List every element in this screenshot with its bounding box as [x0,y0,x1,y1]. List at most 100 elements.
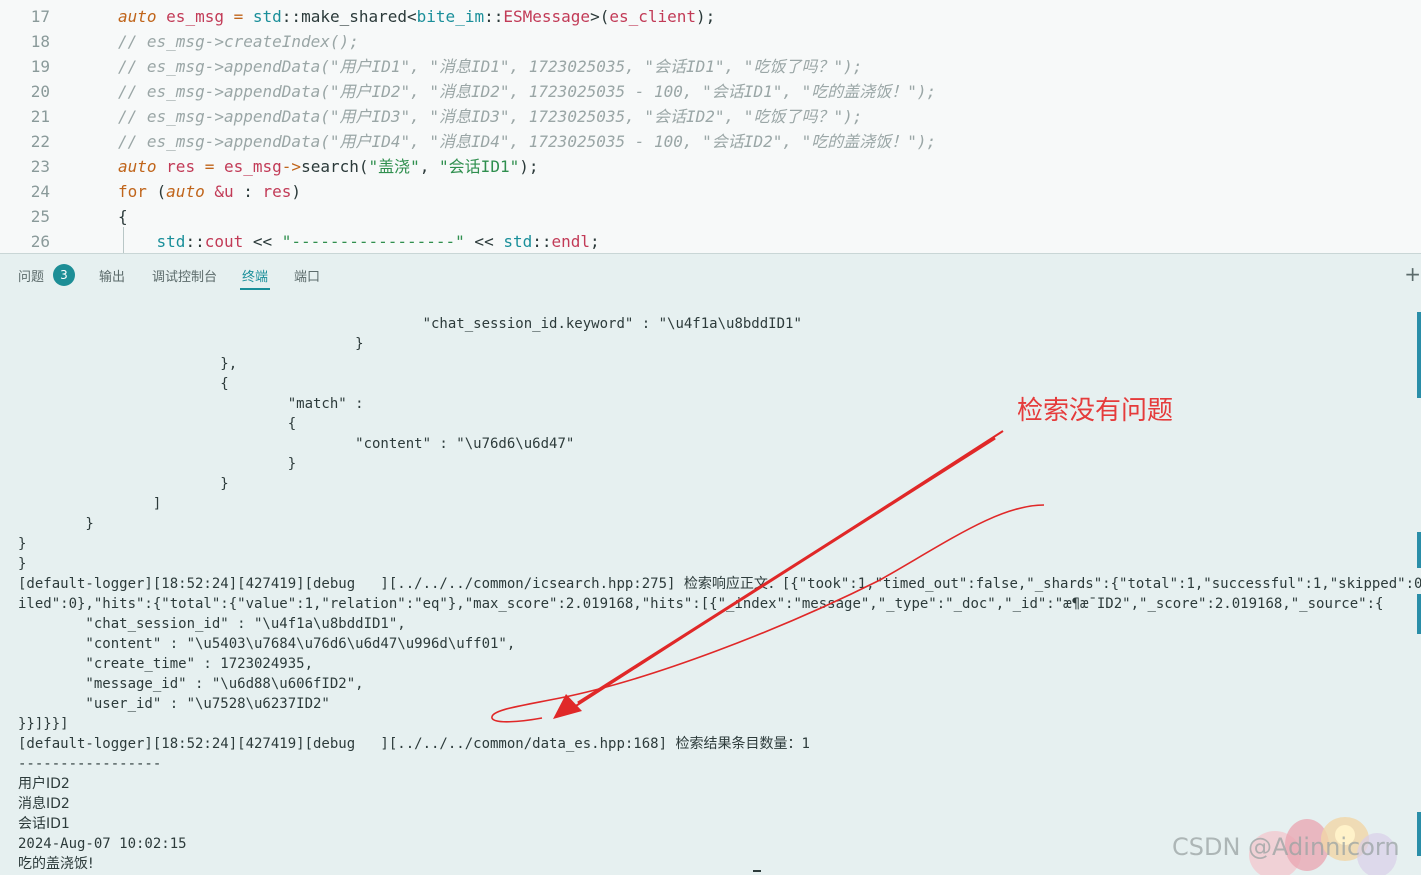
code-token: << [464,232,504,251]
panel-tab-bar: 问题 3 输出 调试控制台 终端 端口 + [0,254,1421,294]
active-tab-indicator [240,288,270,290]
annotation-label: 检索没有问题 [1017,396,1174,426]
terminal-line: [default-logger][18:52:24][427419][debug… [18,736,810,752]
code-token: << [243,232,282,251]
tab-ports[interactable]: 端口 [294,266,320,285]
code-line[interactable]: 20 // es_msg->appendData("用户ID2", "消息ID2"… [0,79,1421,104]
terminal-line: 消息ID2 [18,796,70,812]
code-token: auto [166,182,205,201]
code-token: ( [146,182,167,201]
code-token: // es_msg->appendData("用户ID1", "消息ID1", … [118,57,863,76]
code-token: ); [519,157,539,176]
tab-debug-console[interactable]: 调试控制台 [152,266,217,285]
code-token: auto [118,157,157,176]
tab-terminal[interactable]: 终端 [242,266,268,285]
terminal-line: 用户ID2 [18,776,70,792]
line-number: 25 [30,207,50,226]
code-text: std::cout << "-----------------" << std:… [118,229,600,253]
text-cursor [753,870,761,872]
code-token: : [233,182,263,201]
code-text: // es_msg->appendData("用户ID4", "消息ID4", … [118,129,936,154]
code-token: std [252,7,282,26]
terminal-line: "create_time" : 1723024935, [18,656,314,672]
code-text: // es_msg->appendData("用户ID1", "消息ID1", … [118,54,862,79]
scrollbar-marker[interactable] [1417,532,1421,568]
line-number: 18 [30,32,50,51]
code-token: , [419,157,440,176]
tab-problems-label: 问题 [18,270,45,285]
tab-output[interactable]: 输出 [99,266,125,285]
terminal-output[interactable]: "chat_session_id.keyword" : "\u4f1a\u8bd… [0,294,1421,875]
code-token: :: [484,7,504,26]
code-token: es_msg [166,7,224,26]
code-token: ::make_shared< [281,7,417,26]
terminal-line: 2024-Aug-07 10:02:15 [18,836,187,852]
code-line[interactable]: 23 auto res = es_msg->search("盖浇", "会话ID1… [0,154,1421,179]
code-token: "盖浇" [368,157,420,176]
code-token: for [118,182,147,201]
terminal-line: "match" : [18,396,364,412]
code-token: bite_im [416,7,485,26]
terminal-line: }}]}}] [18,716,69,732]
terminal-line: ----------------- [18,756,162,772]
code-line[interactable]: 25 { [0,204,1421,229]
code-line[interactable]: 22 // es_msg->appendData("用户ID4", "消息ID4"… [0,129,1421,154]
code-token: std [156,232,186,251]
code-line[interactable]: 17 auto es_msg = std::make_shared<bite_im… [0,4,1421,29]
code-token: res [262,182,292,201]
terminal-line: "content" : "\u76d6\u6d47" [18,436,575,452]
line-number: 17 [30,7,50,26]
code-token: ); [696,7,716,26]
code-token: -> [281,157,302,176]
scrollbar-marker[interactable] [1417,312,1421,398]
terminal-line: iled":0},"hits":{"total":{"value":1,"rel… [18,596,1384,612]
code-token: // es_msg->appendData("用户ID4", "消息ID4", … [118,132,937,151]
code-text: for (auto &u : res) [118,179,301,204]
code-text: auto es_msg = std::make_shared<bite_im::… [118,4,715,29]
code-token: "-----------------" [281,232,465,251]
code-token: // es_msg->appendData("用户ID2", "消息ID2", … [118,82,937,101]
code-token: :: [185,232,205,251]
code-token: = [233,7,244,26]
terminal-line: { [18,416,297,432]
code-token: ) [291,182,302,201]
csdn-watermark: CSDN @Adinnicorn [1172,833,1400,861]
code-editor[interactable]: 17 auto es_msg = std::make_shared<bite_im… [0,0,1421,254]
code-line[interactable]: 24 for (auto &u : res) [0,179,1421,204]
scrollbar-marker[interactable] [1417,594,1421,634]
code-line[interactable]: 26 std::cout << "-----------------" << s… [0,229,1421,253]
terminal-line: } [18,476,229,492]
code-token: endl [551,232,591,251]
code-line[interactable]: 19 // es_msg->appendData("用户ID1", "消息ID1"… [0,54,1421,79]
code-line[interactable]: 18 // es_msg->createIndex(); [0,29,1421,54]
add-terminal-button[interactable]: + [1404,262,1421,286]
code-text: // es_msg->appendData("用户ID2", "消息ID2", … [118,79,936,104]
code-text: { [118,204,128,229]
line-number: 26 [30,232,50,251]
code-token: // es_msg->appendData("用户ID3", "消息ID3", … [118,107,863,126]
code-line[interactable]: 21 // es_msg->appendData("用户ID3", "消息ID3"… [0,104,1421,129]
terminal-line: "message_id" : "\u6d88\u606fID2", [18,676,364,692]
code-token: search( [301,157,369,176]
code-token: auto [118,7,157,26]
line-number: 22 [30,132,50,151]
code-token: std [503,232,533,251]
line-number: 23 [30,157,50,176]
code-text: auto res = es_msg->search("盖浇", "会话ID1")… [118,154,538,179]
terminal-line: 会话ID1 [18,816,70,832]
terminal-line: "chat_session_id" : "\u4f1a\u8bddID1", [18,616,406,632]
terminal-line: "user_id" : "\u7528\u6237ID2" [18,696,330,712]
code-token: ESMessage [503,7,591,26]
terminal-line: 吃的盖浇饭! [18,856,94,872]
tab-problems[interactable]: 问题 [18,266,44,285]
indent-guide [123,227,124,253]
code-token: = [204,157,215,176]
line-number: 21 [30,107,50,126]
code-token: >( [590,7,610,26]
code-token: { [118,207,128,226]
